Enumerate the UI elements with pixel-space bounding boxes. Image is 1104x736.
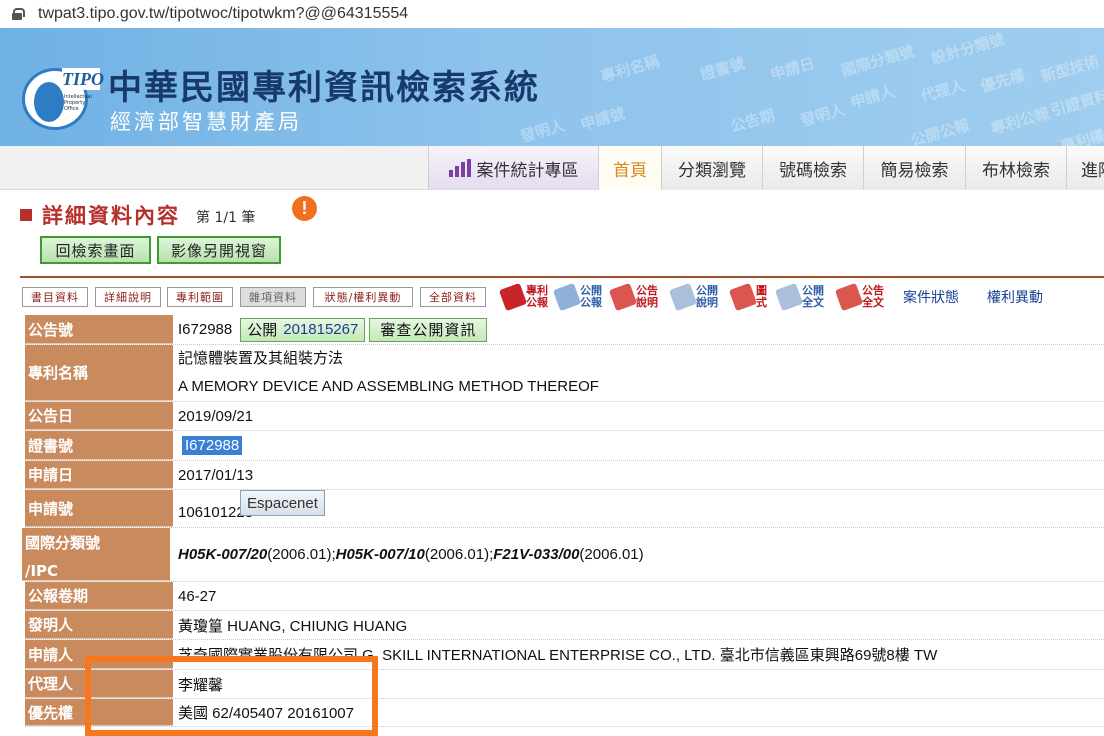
row-title: 專利名稱 記憶體裝置及其組裝方法 A MEMORY DEVICE AND ASS… (25, 345, 1104, 402)
banner-watermark: 優先權 (978, 66, 1027, 96)
announce-no: I672988 (178, 321, 233, 338)
back-to-search-button[interactable]: 回檢索畫面 (40, 236, 151, 264)
banner-watermark: 專利權人 (1058, 122, 1104, 146)
banner-watermark: 發明人 (798, 100, 847, 130)
site-title: 中華民國專利資訊檢索系統 (108, 68, 540, 108)
publication-fulltext-link[interactable]: 公開全文 (774, 282, 826, 312)
row-app-date: 申請日 2017/01/13 (25, 461, 1104, 490)
fulltext-blue-icon (774, 282, 804, 312)
banner-watermark: 發明人 (518, 116, 567, 146)
tab-boolean-search[interactable]: 布林檢索 (965, 146, 1066, 190)
banner-watermark: 申請號 (578, 104, 627, 134)
heading-square-icon (20, 209, 32, 221)
banner-watermark: 證書號 (698, 54, 747, 84)
banner-watermark: 專利名稱 (598, 52, 662, 86)
application-date: 2017/01/13 (178, 466, 254, 484)
drawings-link[interactable]: 圖式 (728, 282, 770, 312)
banner-watermark: 設計分類號 (929, 29, 1007, 68)
gazette-volume: 46-27 (178, 587, 217, 605)
fulltext-red-icon (834, 282, 864, 312)
row-announce-no: 公告號 I672988 公開 201815267 審查公開資訊 (25, 315, 1104, 345)
drawing-red-icon (728, 282, 758, 312)
tab-case-statistics[interactable]: 案件統計專區 (428, 146, 598, 190)
subtab-description[interactable]: 詳細說明 (95, 287, 161, 307)
subtab-misc: 雜項資料 (240, 287, 306, 307)
tab-number-search[interactable]: 號碼檢索 (762, 146, 863, 190)
banner-watermark: 代理人 (918, 76, 967, 106)
row-certificate: 證書號 I672988 (25, 431, 1104, 461)
banner-watermark: 專利公報 (988, 104, 1052, 138)
main-nav: 案件統計專區 首頁 分類瀏覽 號碼檢索 簡易檢索 布林檢索 進階 (0, 146, 1104, 190)
patent-gazette-link[interactable]: 專利公報 (498, 282, 550, 312)
row-app-no: 申請號 106101228 (25, 490, 1104, 528)
banner-watermark: 申請人 (848, 82, 897, 112)
doc-red-icon (608, 282, 638, 312)
subtab-bibliographic[interactable]: 書目資料 (22, 287, 88, 307)
announcement-spec-link[interactable]: 公告說明 (608, 282, 660, 312)
review-info-button[interactable]: 審查公開資訊 (369, 317, 488, 342)
ipc-codes: H05K-007/20 (2006.01); H05K-007/10 (2006.0… (178, 546, 644, 563)
subtab-claims[interactable]: 專利範圍 (167, 287, 233, 307)
page-heading: 詳細資料內容 第 1/1 筆 (20, 200, 255, 230)
banner-watermark: 公告期 (728, 106, 777, 136)
certificate-no: I672988 (182, 436, 243, 455)
banner-watermark: 引證資料 (1048, 86, 1104, 120)
title-en: A MEMORY DEVICE AND ASSEMBLING METHOD TH… (178, 378, 599, 395)
announce-date: 2019/09/21 (178, 407, 254, 425)
open-image-window-button[interactable]: 影像另開視窗 (157, 236, 281, 264)
tab-advanced-search[interactable]: 進階 (1066, 146, 1104, 190)
subtab-all-data[interactable]: 全部資料 (420, 287, 486, 307)
publication-spec-link[interactable]: 公開說明 (668, 282, 720, 312)
record-count: 第 1/1 筆 (196, 210, 256, 226)
lock-icon (12, 8, 25, 20)
row-announce-date: 公告日 2019/09/21 (25, 402, 1104, 431)
espacenet-button[interactable]: Espacenet (240, 490, 325, 516)
divider (20, 276, 1104, 278)
row-gazette: 公報卷期 46-27 (25, 582, 1104, 611)
url-text: twpat3.tipo.gov.tw/tipotwoc/tipotwkm?@@6… (38, 5, 409, 22)
address-bar[interactable]: twpat3.tipo.gov.tw/tipotwoc/tipotwkm?@@6… (0, 0, 1104, 28)
site-subtitle: 經濟部智慧財產局 (110, 110, 302, 134)
banner-watermark: 公開公報 (908, 116, 972, 146)
banner-watermark: 新型技術 (1038, 52, 1102, 86)
row-inventor: 發明人 黃瓊篁 HUANG, CHIUNG HUANG (25, 611, 1104, 640)
tab-simple-search[interactable]: 簡易檢索 (863, 146, 965, 190)
announcement-fulltext-link[interactable]: 公告全文 (834, 282, 886, 312)
site-banner: 專利名稱 證書號 申請日 國際分類號 設計分類號 申請人 代理人 優先權 新型技… (0, 28, 1104, 146)
inventor: 黃瓊篁 HUANG, CHIUNG HUANG (178, 617, 408, 635)
subtab-status-rights[interactable]: 狀態/權利異動 (313, 287, 413, 307)
tab-home[interactable]: 首頁 (598, 146, 661, 190)
banner-watermark: 國際分類號 (839, 41, 917, 80)
page-title: 詳細資料內容 (42, 204, 180, 228)
doc-blue-icon (668, 282, 698, 312)
title-zh: 記憶體裝置及其組裝方法 (178, 350, 344, 367)
highlight-box (85, 656, 378, 736)
case-status-link[interactable]: 案件狀態 (903, 287, 959, 307)
tab-browse-classification[interactable]: 分類瀏覽 (661, 146, 762, 190)
row-ipc: 國際分類號 /IPC H05K-007/20 (2006.01); H05K-00… (22, 528, 1104, 582)
rights-change-link[interactable]: 權利異動 (987, 287, 1043, 307)
alert-icon[interactable]: ! (292, 196, 317, 221)
tipo-logo: TIPO Intellectual Property Office (22, 62, 104, 132)
book-red-icon (498, 282, 528, 312)
publication-button[interactable]: 公開 201815267 (240, 317, 366, 342)
book-blue-icon (552, 282, 582, 312)
banner-watermark: 申請日 (768, 54, 817, 84)
bar-chart-icon (448, 159, 471, 177)
publication-gazette-link[interactable]: 公開公報 (552, 282, 604, 312)
